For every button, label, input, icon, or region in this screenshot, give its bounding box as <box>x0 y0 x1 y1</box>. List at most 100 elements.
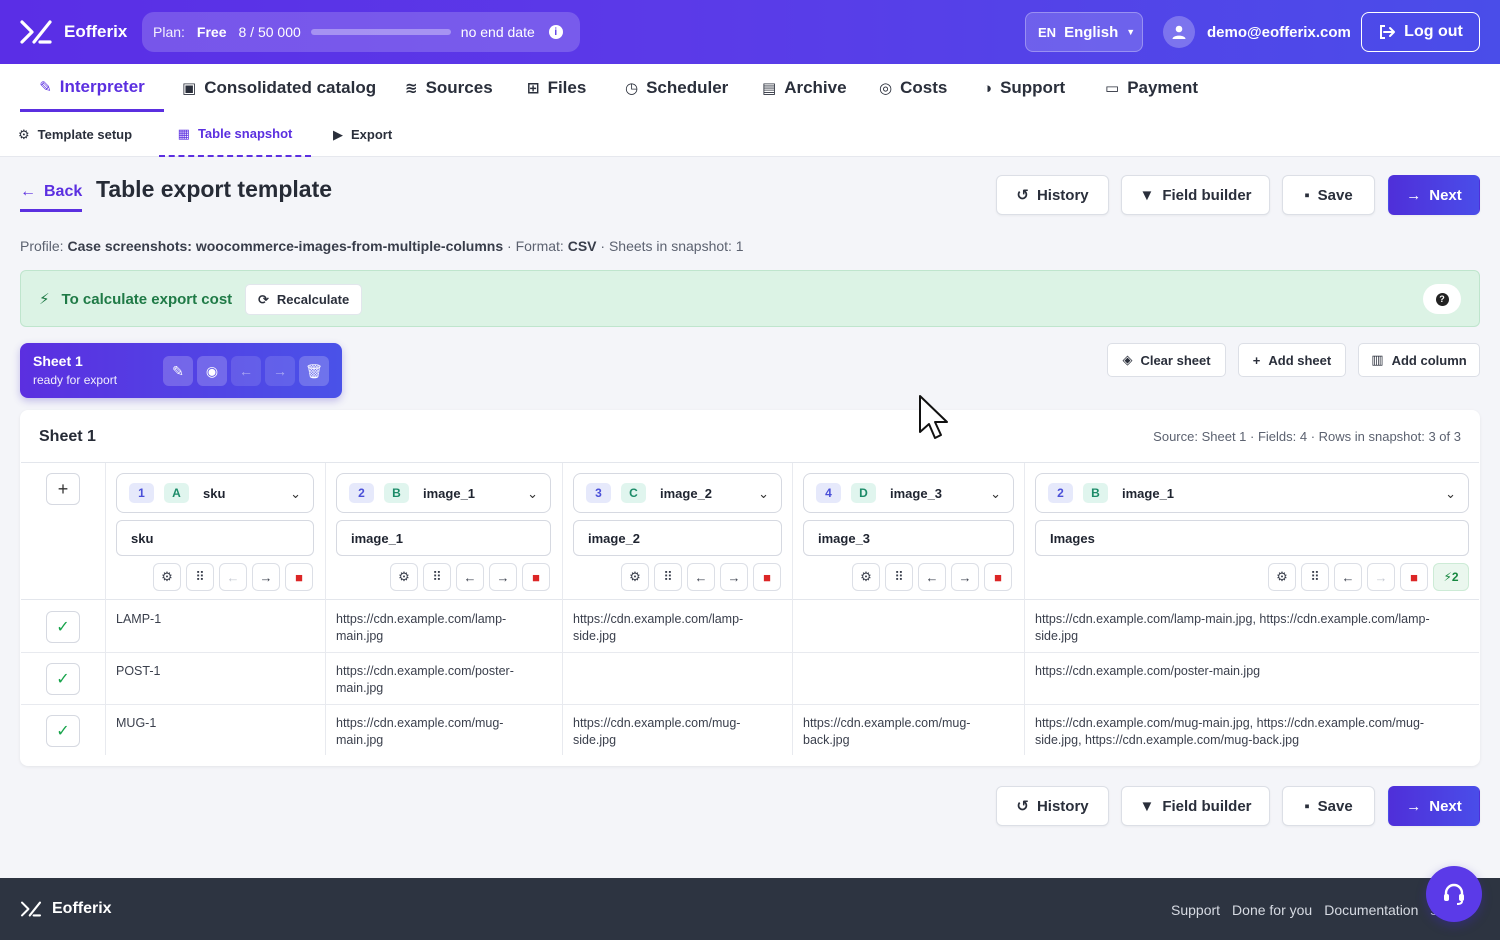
footer-link-support[interactable]: Support <box>1171 902 1220 918</box>
arrow-left-icon[interactable]: ← <box>231 356 261 386</box>
field-builder-button-bottom[interactable]: ▼ Field builder <box>1121 786 1270 826</box>
rules-badge[interactable]: ⚡ 2 <box>1433 563 1469 591</box>
source-field-select[interactable]: 4 D image_3 ⌄ <box>803 473 1014 513</box>
arrow-left-icon[interactable]: ← <box>1334 563 1362 591</box>
user-email: demo@eofferix.com <box>1207 23 1351 41</box>
logo-icon <box>20 901 42 917</box>
nav-interpreter[interactable]: ✎ Interpreter <box>20 64 164 112</box>
next-button[interactable]: → Next <box>1388 175 1480 215</box>
arrow-left-icon[interactable]: ← <box>918 563 946 591</box>
nav-scheduler[interactable]: ◷ Scheduler <box>625 64 728 112</box>
gear-icon[interactable]: ⚙ <box>390 563 418 591</box>
row-check-icon[interactable]: ✓ <box>46 611 80 643</box>
logout-icon <box>1380 25 1396 39</box>
user-menu[interactable]: demo@eofferix.com <box>1163 16 1351 48</box>
history-button[interactable]: ↺ History <box>996 175 1109 215</box>
footer-link-documentation[interactable]: Documentation <box>1324 902 1418 918</box>
drag-handle-icon[interactable]: ⠿ <box>654 563 682 591</box>
next-button-bottom[interactable]: → Next <box>1388 786 1480 826</box>
drag-handle-icon[interactable]: ⠿ <box>885 563 913 591</box>
pencil-icon[interactable]: ✎ <box>163 356 193 386</box>
arrow-right-icon[interactable]: → <box>252 563 280 591</box>
eye-icon[interactable]: ◉ <box>197 356 227 386</box>
tab-template-setup[interactable]: ⚙ Template setup <box>18 112 132 157</box>
sheet-tab-name: Sheet 1 <box>33 353 83 369</box>
drag-handle-icon[interactable]: ⠿ <box>186 563 214 591</box>
gear-icon[interactable]: ⚙ <box>852 563 880 591</box>
row-check-icon[interactable]: ✓ <box>46 663 80 695</box>
plan-expiry: no end date <box>460 24 535 40</box>
add-sheet-button[interactable]: + Add sheet <box>1238 343 1346 377</box>
arrow-left-icon[interactable]: ← <box>456 563 484 591</box>
nav-support[interactable]: ◑ Support <box>983 64 1065 112</box>
footer-logo[interactable]: Eofferix <box>20 900 112 918</box>
trash-icon[interactable]: 🗑 <box>299 356 329 386</box>
arrow-right-icon[interactable]: → <box>265 356 295 386</box>
source-field-select[interactable]: 2 B image_1 ⌄ <box>1035 473 1469 513</box>
field-builder-button[interactable]: ▼ Field builder <box>1121 175 1270 215</box>
trash-icon[interactable]: ■ <box>1400 563 1428 591</box>
support-chat-button[interactable] <box>1426 866 1482 922</box>
logo-icon <box>20 20 52 44</box>
table-row: ✓ <box>21 601 105 653</box>
nav-label: Consolidated catalog <box>204 78 377 97</box>
back-link[interactable]: ← Back <box>20 178 83 212</box>
nav-label: Payment <box>1127 78 1199 97</box>
column-name-input[interactable]: sku <box>116 520 314 556</box>
column-name-input[interactable]: image_2 <box>573 520 782 556</box>
nav-sources[interactable]: ≋ Sources <box>405 64 493 112</box>
column-header: 4 D image_3 ⌄ image_3 ⚙ ⠿ ← → ■ <box>793 463 1024 600</box>
tab-export[interactable]: ▶ Export <box>333 112 392 157</box>
source-field-select[interactable]: 2 B image_1 ⌄ <box>336 473 551 513</box>
gear-icon[interactable]: ⚙ <box>621 563 649 591</box>
logout-button[interactable]: Log out <box>1361 12 1480 52</box>
app-logo[interactable]: Eofferix <box>20 18 127 46</box>
add-column-button[interactable]: ▥ Add column <box>1358 343 1480 377</box>
footer-link-done-for-you[interactable]: Done for you <box>1232 902 1312 918</box>
arrow-right-icon[interactable]: → <box>489 563 517 591</box>
nav-files[interactable]: ⊞ Files <box>527 64 586 112</box>
save-button[interactable]: ▪ Save <box>1282 175 1375 215</box>
nav-consolidated-catalog[interactable]: ▣ Consolidated catalog <box>182 64 376 112</box>
gear-icon[interactable]: ⚙ <box>1268 563 1296 591</box>
trash-icon[interactable]: ■ <box>522 563 550 591</box>
language-select[interactable]: EN English ▼ <box>1025 12 1143 52</box>
gear-icon[interactable]: ⚙ <box>153 563 181 591</box>
footer: Eofferix Support Done for you Documentat… <box>0 878 1500 940</box>
sheets-count: · Sheets in snapshot: 1 <box>600 238 744 254</box>
history-button-bottom[interactable]: ↺ History <box>996 786 1109 826</box>
tab-table-snapshot[interactable]: ▦ Table snapshot <box>159 112 311 157</box>
column-letter-badge: B <box>1083 483 1108 503</box>
save-button-bottom[interactable]: ▪ Save <box>1282 786 1375 826</box>
nav-costs[interactable]: ◎ Costs <box>879 64 947 112</box>
arrow-left-icon[interactable]: ← <box>687 563 715 591</box>
arrow-right-icon[interactable]: → <box>951 563 979 591</box>
add-field-button[interactable]: + <box>46 473 80 505</box>
drag-handle-icon[interactable]: ⠿ <box>1301 563 1329 591</box>
tab-label: Template setup <box>37 127 133 142</box>
source-field-select[interactable]: 3 C image_2 ⌄ <box>573 473 782 513</box>
nav-archive[interactable]: ▤ Archive <box>762 64 847 112</box>
trash-icon[interactable]: ■ <box>753 563 781 591</box>
column-name-input[interactable]: Images <box>1035 520 1469 556</box>
recalculate-button[interactable]: ⟳ Recalculate <box>245 284 363 315</box>
drag-handle-icon[interactable]: ⠿ <box>423 563 451 591</box>
plan-widget[interactable]: Plan: Free 8 / 50 000 no end date i <box>142 12 580 52</box>
table-row: https://cdn.example.com/lamp-side.jpg <box>563 601 792 653</box>
column-name-input[interactable]: image_1 <box>336 520 551 556</box>
nav-payment[interactable]: ▭ Payment <box>1105 64 1198 112</box>
column-name-input[interactable]: image_3 <box>803 520 1014 556</box>
nav-label: Support <box>1000 78 1066 97</box>
help-button[interactable]: ? <box>1423 284 1461 314</box>
row-check-icon[interactable]: ✓ <box>46 715 80 747</box>
source-field-name: image_1 <box>423 485 476 501</box>
sheet-tab[interactable]: Sheet 1 ready for export ✎ ◉ ← → 🗑 <box>20 343 342 398</box>
trash-icon[interactable]: ■ <box>984 563 1012 591</box>
arrow-left-icon[interactable]: ← <box>219 563 247 591</box>
trash-icon[interactable]: ■ <box>285 563 313 591</box>
clear-sheet-button[interactable]: ◈ Clear sheet <box>1107 343 1226 377</box>
source-field-select[interactable]: 1 A sku ⌄ <box>116 473 314 513</box>
arrow-right-icon[interactable]: → <box>720 563 748 591</box>
arrow-right-icon[interactable]: → <box>1367 563 1395 591</box>
info-icon[interactable]: i <box>548 25 563 39</box>
